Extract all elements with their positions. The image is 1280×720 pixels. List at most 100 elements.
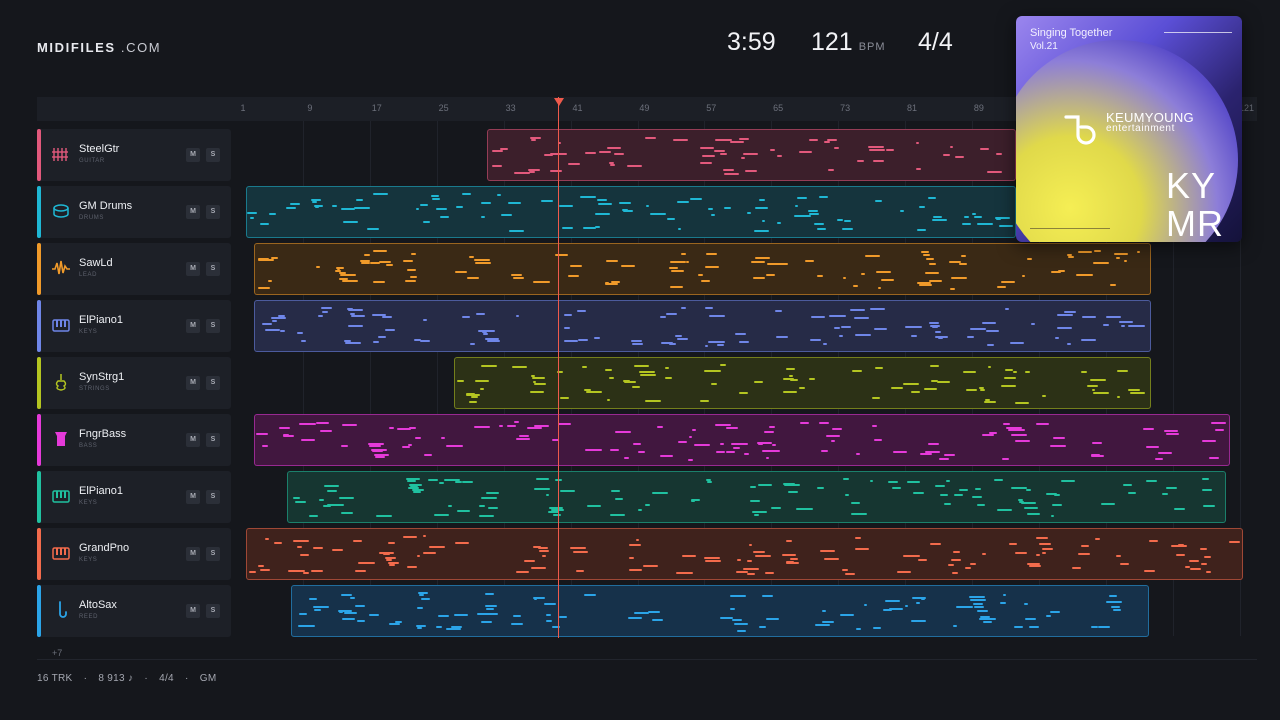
midi-note bbox=[1026, 258, 1032, 261]
midi-note bbox=[986, 329, 1000, 332]
solo-button[interactable]: S bbox=[206, 262, 220, 276]
midi-note bbox=[434, 514, 449, 517]
midi-note bbox=[615, 430, 632, 433]
track-header-1[interactable]: SteelGtr GUITAR M S bbox=[37, 129, 231, 181]
midi-region[interactable] bbox=[254, 300, 1151, 352]
mute-button[interactable]: M bbox=[186, 148, 200, 162]
mute-button[interactable]: M bbox=[186, 433, 200, 447]
midi-note bbox=[1121, 324, 1125, 327]
footer-separator: · bbox=[144, 673, 148, 684]
playhead-line[interactable] bbox=[558, 97, 559, 638]
solo-button[interactable]: S bbox=[206, 319, 220, 333]
track-name[interactable]: ElPiano1 bbox=[79, 314, 123, 326]
midi-note bbox=[368, 614, 379, 617]
solo-button[interactable]: S bbox=[206, 433, 220, 447]
midi-note bbox=[705, 265, 720, 268]
midi-note bbox=[765, 456, 769, 459]
track-name[interactable]: SawLd bbox=[79, 257, 113, 269]
midi-note bbox=[530, 567, 546, 570]
mute-button[interactable]: M bbox=[186, 319, 200, 333]
mute-button[interactable]: M bbox=[186, 205, 200, 219]
mute-button[interactable]: M bbox=[186, 604, 200, 618]
midi-note bbox=[984, 400, 996, 403]
mute-button[interactable]: M bbox=[186, 547, 200, 561]
midi-note bbox=[445, 628, 462, 631]
track-header-7[interactable]: ElPiano1 KEYS M S bbox=[37, 471, 231, 523]
track-name[interactable]: GrandPno bbox=[79, 542, 129, 554]
midi-note bbox=[884, 599, 901, 602]
more-tracks-count[interactable]: +7 bbox=[52, 648, 62, 658]
track-name[interactable]: SynStrg1 bbox=[79, 371, 124, 383]
midi-note bbox=[260, 568, 271, 571]
midi-note bbox=[1127, 325, 1145, 328]
track-header-3[interactable]: SawLd LEAD M S bbox=[37, 243, 231, 295]
midi-note bbox=[419, 594, 424, 597]
mute-button[interactable]: M bbox=[186, 490, 200, 504]
solo-button[interactable]: S bbox=[206, 490, 220, 504]
midi-note bbox=[758, 443, 763, 446]
midi-note bbox=[572, 550, 589, 553]
midi-note bbox=[320, 430, 333, 433]
midi-region[interactable] bbox=[487, 129, 1016, 181]
solo-button[interactable]: S bbox=[206, 148, 220, 162]
midi-note bbox=[1128, 388, 1140, 391]
playhead-handle[interactable] bbox=[554, 98, 564, 106]
track-header-9[interactable]: AltoSax REED M S bbox=[37, 585, 231, 637]
midi-note bbox=[1215, 429, 1225, 432]
midi-note bbox=[389, 427, 394, 430]
solo-button[interactable]: S bbox=[206, 205, 220, 219]
midi-region[interactable] bbox=[287, 471, 1226, 523]
midi-region[interactable] bbox=[246, 528, 1243, 580]
mute-button[interactable]: M bbox=[186, 376, 200, 390]
midi-note bbox=[406, 566, 418, 569]
midi-note bbox=[633, 442, 642, 445]
midi-note bbox=[481, 497, 498, 500]
track-header-4[interactable]: ElPiano1 KEYS M S bbox=[37, 300, 231, 352]
track-header-8[interactable]: GrandPno KEYS M S bbox=[37, 528, 231, 580]
midi-note bbox=[1154, 457, 1164, 460]
track-header-2[interactable]: GM Drums DRUMS M S bbox=[37, 186, 231, 238]
album-rule bbox=[1164, 32, 1232, 33]
footer-standard: GM bbox=[199, 673, 217, 684]
midi-region[interactable] bbox=[254, 243, 1151, 295]
midi-note bbox=[677, 201, 689, 204]
midi-note bbox=[298, 624, 315, 627]
midi-region[interactable] bbox=[246, 186, 1016, 238]
midi-note bbox=[1002, 594, 1006, 597]
track-name[interactable]: GM Drums bbox=[79, 200, 132, 212]
midi-note bbox=[320, 307, 332, 310]
midi-note bbox=[1003, 422, 1011, 425]
midi-note bbox=[911, 619, 927, 622]
midi-note bbox=[854, 548, 869, 551]
midi-note bbox=[977, 223, 994, 226]
midi-note bbox=[423, 535, 427, 538]
midi-note bbox=[892, 451, 907, 454]
midi-note bbox=[995, 152, 1002, 155]
midi-region[interactable] bbox=[254, 414, 1230, 466]
track-header-5[interactable]: SynStrg1 STRINGS M S bbox=[37, 357, 231, 409]
track-name[interactable]: ElPiano1 bbox=[79, 485, 123, 497]
midi-note bbox=[1005, 427, 1022, 430]
midi-note bbox=[579, 195, 597, 198]
midi-note bbox=[378, 261, 391, 264]
midi-note bbox=[809, 139, 818, 142]
midi-note bbox=[300, 553, 309, 556]
solo-button[interactable]: S bbox=[206, 547, 220, 561]
track-header-6[interactable]: FngrBass BASS M S bbox=[37, 414, 231, 466]
midi-region[interactable] bbox=[291, 585, 1149, 637]
solo-button[interactable]: S bbox=[206, 604, 220, 618]
midi-note bbox=[355, 198, 364, 201]
midi-note bbox=[828, 169, 835, 172]
midi-note bbox=[917, 281, 931, 284]
midi-note bbox=[1115, 554, 1122, 557]
track-name[interactable]: FngrBass bbox=[79, 428, 126, 440]
mute-button[interactable]: M bbox=[186, 262, 200, 276]
midi-note bbox=[970, 598, 986, 601]
waveform-icon bbox=[51, 258, 71, 278]
midi-note bbox=[972, 495, 982, 498]
site-logo[interactable]: MIDIFILES .COM bbox=[37, 40, 161, 55]
track-name[interactable]: AltoSax bbox=[79, 599, 117, 611]
track-name[interactable]: SteelGtr bbox=[79, 143, 119, 155]
midi-note bbox=[268, 280, 272, 283]
solo-button[interactable]: S bbox=[206, 376, 220, 390]
